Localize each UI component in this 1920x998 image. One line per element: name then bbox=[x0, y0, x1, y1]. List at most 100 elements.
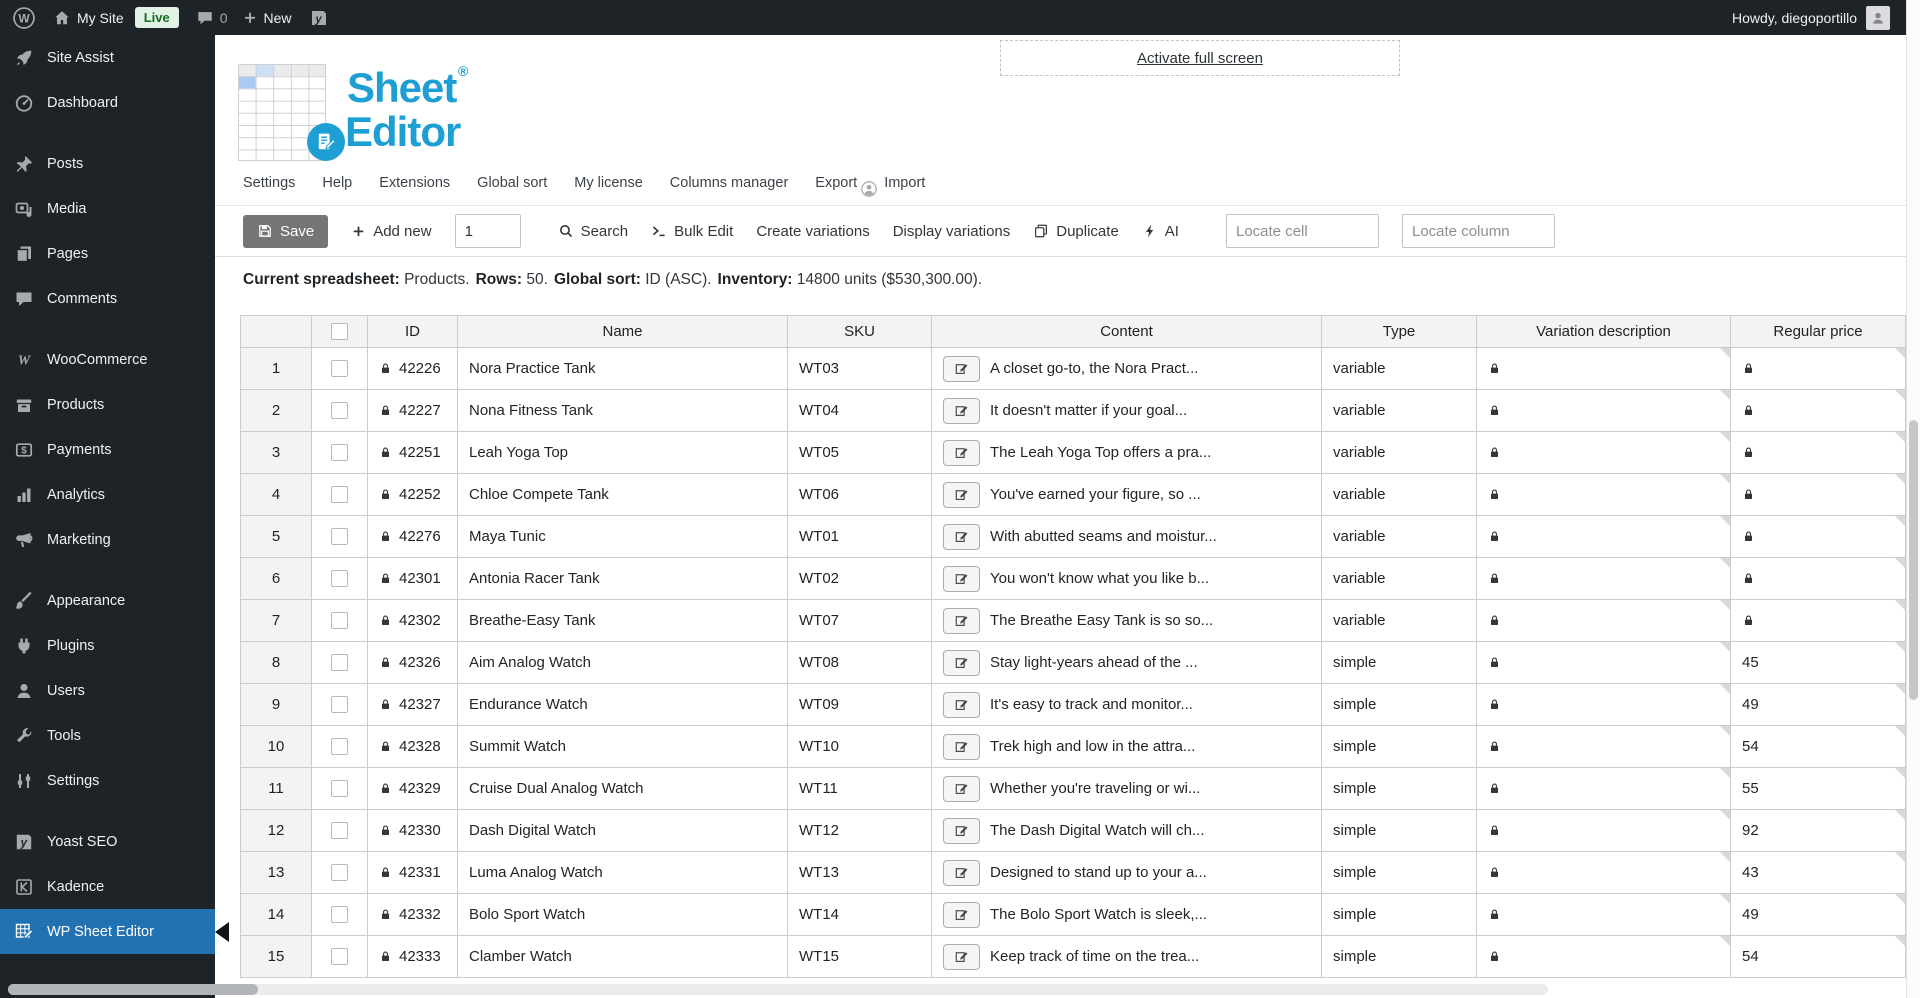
id-cell[interactable]: 42326 bbox=[368, 642, 458, 684]
name-cell[interactable]: Nora Practice Tank bbox=[458, 348, 788, 390]
id-cell[interactable]: 42302 bbox=[368, 600, 458, 642]
open-content-editor-button[interactable] bbox=[943, 691, 980, 718]
row-number[interactable]: 8 bbox=[240, 642, 312, 684]
regular-price-cell[interactable]: 55 bbox=[1731, 768, 1906, 810]
save-button[interactable]: Save bbox=[243, 214, 329, 248]
content-cell[interactable]: Stay light-years ahead of the ... bbox=[932, 642, 1322, 684]
regular-price-cell[interactable] bbox=[1731, 348, 1906, 390]
menu-item-export[interactable]: Export bbox=[815, 175, 857, 191]
duplicate-button[interactable]: Duplicate bbox=[1033, 223, 1119, 240]
variation-description-cell[interactable] bbox=[1477, 768, 1731, 810]
variation-description-cell[interactable] bbox=[1477, 726, 1731, 768]
sidebar-item-payments[interactable]: Payments bbox=[0, 427, 215, 472]
regular-price-cell[interactable]: 49 bbox=[1731, 894, 1906, 936]
type-cell[interactable]: simple bbox=[1322, 684, 1477, 726]
menu-item-settings[interactable]: Settings bbox=[243, 175, 295, 191]
search-button[interactable]: Search bbox=[558, 223, 628, 240]
sidebar-item-appearance[interactable]: Appearance bbox=[0, 578, 215, 623]
sidebar-item-wp-sheet-editor[interactable]: WP Sheet Editor bbox=[0, 909, 229, 954]
regular-price-cell[interactable] bbox=[1731, 516, 1906, 558]
comments-indicator[interactable]: 0 bbox=[196, 9, 228, 27]
sidebar-item-settings[interactable]: Settings bbox=[0, 758, 215, 803]
regular-price-cell[interactable] bbox=[1731, 432, 1906, 474]
name-cell[interactable]: Maya Tunic bbox=[458, 516, 788, 558]
id-cell[interactable]: 42252 bbox=[368, 474, 458, 516]
type-cell[interactable]: variable bbox=[1322, 432, 1477, 474]
menu-item-import[interactable]: Import bbox=[884, 175, 925, 191]
sidebar-item-media[interactable]: Media bbox=[0, 186, 215, 231]
type-cell[interactable]: variable bbox=[1322, 390, 1477, 432]
name-cell[interactable]: Bolo Sport Watch bbox=[458, 894, 788, 936]
sidebar-item-dashboard[interactable]: Dashboard bbox=[0, 80, 215, 125]
howdy-link[interactable]: Howdy, diegoportillo bbox=[1732, 10, 1857, 26]
type-cell[interactable]: variable bbox=[1322, 516, 1477, 558]
row-checkbox[interactable] bbox=[331, 948, 348, 965]
type-cell[interactable]: variable bbox=[1322, 558, 1477, 600]
row-checkbox[interactable] bbox=[331, 696, 348, 713]
row-number[interactable]: 13 bbox=[240, 852, 312, 894]
content-cell[interactable]: You've earned your figure, so ... bbox=[932, 474, 1322, 516]
open-content-editor-button[interactable] bbox=[943, 649, 980, 676]
row-checkbox[interactable] bbox=[331, 654, 348, 671]
regular-price-cell[interactable]: 45 bbox=[1731, 642, 1906, 684]
type-cell[interactable]: simple bbox=[1322, 726, 1477, 768]
sku-cell[interactable]: WT03 bbox=[788, 348, 932, 390]
open-content-editor-button[interactable] bbox=[943, 817, 980, 844]
name-cell[interactable]: Clamber Watch bbox=[458, 936, 788, 978]
regular-price-cell[interactable] bbox=[1731, 558, 1906, 600]
horizontal-scrollbar-thumb[interactable] bbox=[8, 984, 258, 995]
rows-count-input[interactable] bbox=[454, 214, 521, 248]
type-cell[interactable]: simple bbox=[1322, 852, 1477, 894]
row-checkbox[interactable] bbox=[331, 780, 348, 797]
content-cell[interactable]: It's easy to track and monitor... bbox=[932, 684, 1322, 726]
content-cell[interactable]: Keep track of time on the trea... bbox=[932, 936, 1322, 978]
my-site-link[interactable]: My Site bbox=[53, 9, 124, 27]
vertical-scrollbar[interactable] bbox=[1906, 0, 1920, 998]
sku-cell[interactable]: WT12 bbox=[788, 810, 932, 852]
name-cell[interactable]: Antonia Racer Tank bbox=[458, 558, 788, 600]
row-number[interactable]: 11 bbox=[240, 768, 312, 810]
variation-description-cell[interactable] bbox=[1477, 474, 1731, 516]
open-content-editor-button[interactable] bbox=[943, 901, 980, 928]
name-cell[interactable]: Aim Analog Watch bbox=[458, 642, 788, 684]
variation-description-cell[interactable] bbox=[1477, 390, 1731, 432]
id-cell[interactable]: 42332 bbox=[368, 894, 458, 936]
open-content-editor-button[interactable] bbox=[943, 607, 980, 634]
content-cell[interactable]: Trek high and low in the attra... bbox=[932, 726, 1322, 768]
bulk-edit-button[interactable]: Bulk Edit bbox=[651, 223, 733, 240]
id-cell[interactable]: 42327 bbox=[368, 684, 458, 726]
variation-description-cell[interactable] bbox=[1477, 432, 1731, 474]
sku-cell[interactable]: WT02 bbox=[788, 558, 932, 600]
content-cell[interactable]: The Bolo Sport Watch is sleek,... bbox=[932, 894, 1322, 936]
variation-description-cell[interactable] bbox=[1477, 684, 1731, 726]
name-cell[interactable]: Leah Yoga Top bbox=[458, 432, 788, 474]
open-content-editor-button[interactable] bbox=[943, 733, 980, 760]
type-cell[interactable]: variable bbox=[1322, 474, 1477, 516]
variation-description-cell[interactable] bbox=[1477, 852, 1731, 894]
add-new-button[interactable]: Add new bbox=[351, 223, 432, 240]
regular-price-cell[interactable]: 43 bbox=[1731, 852, 1906, 894]
row-number[interactable]: 2 bbox=[240, 390, 312, 432]
variation-description-cell[interactable] bbox=[1477, 348, 1731, 390]
menu-item-my-license[interactable]: My license bbox=[574, 175, 643, 191]
row-number[interactable]: 5 bbox=[240, 516, 312, 558]
id-cell[interactable]: 42301 bbox=[368, 558, 458, 600]
regular-price-cell[interactable]: 49 bbox=[1731, 684, 1906, 726]
id-cell[interactable]: 42331 bbox=[368, 852, 458, 894]
create-variations-button[interactable]: Create variations bbox=[756, 223, 869, 240]
variation-description-cell[interactable] bbox=[1477, 516, 1731, 558]
row-number[interactable]: 7 bbox=[240, 600, 312, 642]
sidebar-item-products[interactable]: Products bbox=[0, 382, 215, 427]
wordpress-icon[interactable] bbox=[12, 6, 36, 30]
sku-cell[interactable]: WT07 bbox=[788, 600, 932, 642]
sku-cell[interactable]: WT01 bbox=[788, 516, 932, 558]
open-content-editor-button[interactable] bbox=[943, 565, 980, 592]
sidebar-item-users[interactable]: Users bbox=[0, 668, 215, 713]
sidebar-item-analytics[interactable]: Analytics bbox=[0, 472, 215, 517]
id-cell[interactable]: 42227 bbox=[368, 390, 458, 432]
id-cell[interactable]: 42328 bbox=[368, 726, 458, 768]
sidebar-item-woocommerce[interactable]: WooCommerce bbox=[0, 337, 215, 382]
ai-button[interactable]: AI bbox=[1142, 223, 1179, 240]
id-cell[interactable]: 42276 bbox=[368, 516, 458, 558]
row-checkbox[interactable] bbox=[331, 444, 348, 461]
